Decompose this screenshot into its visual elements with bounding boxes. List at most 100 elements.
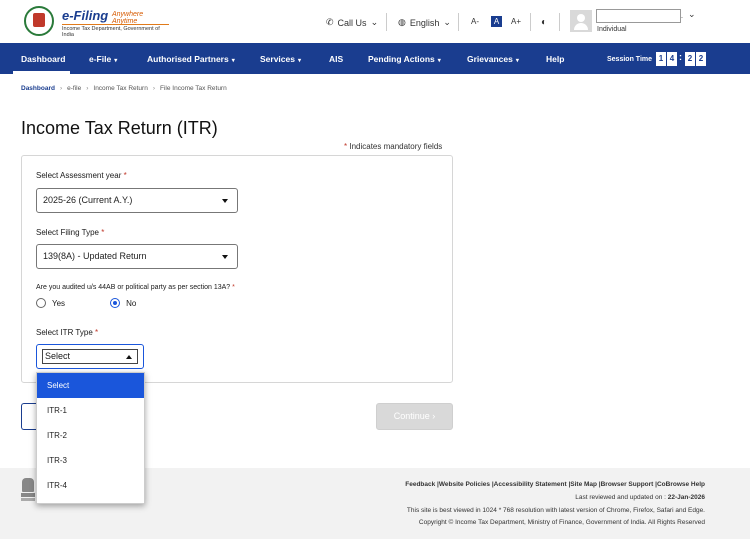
- filing-type-select[interactable]: 139(8A) - Updated Return: [36, 244, 238, 269]
- itr-option-itr4[interactable]: ITR-4: [37, 473, 144, 498]
- nav-item-services[interactable]: Services ▾: [260, 54, 301, 64]
- nav-item-ais[interactable]: AIS: [329, 54, 343, 64]
- breadcrumb: Dashboard › e-file › Income Tax Return ›…: [21, 85, 227, 92]
- logo-title: e-Filing: [62, 8, 109, 23]
- chevron-right-icon: ›: [152, 85, 155, 92]
- itr-type-select-box[interactable]: Select: [42, 349, 138, 364]
- page-title: Income Tax Return (ITR): [21, 118, 218, 138]
- active-tab-indicator: [13, 71, 70, 74]
- itr-type-label-text: Select ITR Type: [36, 328, 93, 337]
- mandatory-note: * Indicates mandatory fields: [344, 142, 442, 151]
- nav-item-grievances[interactable]: Grievances ▾: [467, 54, 519, 64]
- filing-type-label: Select Filing Type *: [36, 228, 104, 237]
- breadcrumb-dashboard[interactable]: Dashboard: [21, 85, 55, 92]
- breadcrumb-efile[interactable]: e-file: [67, 85, 81, 92]
- nav-item-help[interactable]: Help: [546, 54, 564, 64]
- emblem-base-shape: [21, 493, 35, 497]
- chevron-right-icon: ›: [86, 85, 89, 92]
- last-reviewed: Last reviewed and updated on : 22-Jan-20…: [575, 494, 705, 501]
- font-decrease-button[interactable]: A-: [471, 17, 479, 26]
- audit-no-radio[interactable]: [110, 298, 121, 308]
- nav-item-label: Grievances: [467, 54, 513, 64]
- chevron-down-icon: ⌄: [443, 17, 451, 27]
- nav-item-efile[interactable]: e-File ▾: [89, 54, 117, 64]
- nav-item-pending-actions[interactable]: Pending Actions ▾: [368, 54, 441, 64]
- filing-type-label-text: Select Filing Type: [36, 228, 99, 237]
- logo-subtitle: Income Tax Department, Government of Ind…: [62, 24, 169, 38]
- nav-item-label: Help: [546, 54, 565, 64]
- divider: [559, 13, 560, 31]
- font-increase-label: A+: [511, 17, 522, 26]
- session-time-label: Session Time: [607, 56, 653, 63]
- emblem-motto-shape: [21, 498, 35, 501]
- itr-option-itr3[interactable]: ITR-3: [37, 448, 144, 473]
- required-star: *: [92, 328, 99, 337]
- session-colon: :: [679, 52, 682, 62]
- chevron-down-icon: ▾: [515, 58, 519, 64]
- nav-item-label: Authorised Partners: [147, 54, 229, 64]
- continue-button[interactable]: Continue ›: [376, 403, 453, 430]
- font-increase-button[interactable]: A+: [511, 17, 521, 26]
- nav-item-label: Services: [260, 54, 295, 64]
- audit-radio-group: Yes No: [36, 298, 181, 308]
- itr-option-itr1[interactable]: ITR-1: [37, 398, 144, 423]
- nav-item-authorised-partners[interactable]: Authorised Partners ▾: [147, 54, 235, 64]
- itr-type-select[interactable]: Select: [36, 344, 144, 369]
- chevron-down-icon: ▾: [231, 58, 235, 64]
- session-digit: 2: [696, 52, 706, 66]
- assessment-year-select[interactable]: 2025-26 (Current A.Y.): [36, 188, 238, 213]
- call-us-label: Call Us: [337, 17, 367, 28]
- divider: [386, 13, 387, 31]
- chevron-down-icon[interactable]: ⌄: [688, 9, 696, 20]
- itr-option-itr2[interactable]: ITR-2: [37, 423, 144, 448]
- department-emblem-icon: [24, 6, 54, 36]
- language-selector[interactable]: ◍ English ⌄: [398, 17, 451, 28]
- itr-type-value: Select: [45, 351, 71, 361]
- session-digit: 1: [656, 52, 666, 66]
- radio-label-no[interactable]: No: [126, 299, 136, 308]
- assessment-year-value: 2025-26 (Current A.Y.): [43, 195, 133, 205]
- emblem-lion-shape: [22, 478, 34, 492]
- required-star: *: [99, 228, 105, 237]
- globe-icon: ◍: [398, 17, 406, 27]
- radio-label-yes[interactable]: Yes: [52, 299, 65, 308]
- name-dot: .: [681, 13, 683, 20]
- session-digit: 4: [667, 52, 677, 66]
- assessment-year-label: Select Assessment year *: [36, 171, 127, 180]
- divider: [458, 13, 459, 31]
- copyright: Copyright © Income Tax Department, Minis…: [418, 519, 705, 526]
- session-digit: 2: [685, 52, 695, 66]
- efiling-logo[interactable]: e-Filing Anywhere Anytime Income Tax Dep…: [24, 6, 169, 38]
- itr-type-dropdown: Select ITR-1 ITR-2 ITR-3 ITR-4: [36, 372, 145, 504]
- audit-yes-radio[interactable]: [36, 298, 46, 308]
- nav-item-label: Pending Actions: [368, 54, 435, 64]
- call-us-menu[interactable]: ✆ Call Us ⌄: [326, 17, 378, 28]
- breadcrumb-file-income-tax-return: File Income Tax Return: [160, 85, 227, 92]
- audit-question-text: Are you audited u/s 44AB or political pa…: [36, 284, 231, 291]
- breadcrumb-income-tax-return[interactable]: Income Tax Return: [93, 85, 147, 92]
- top-header: e-Filing Anywhere Anytime Income Tax Dep…: [0, 0, 750, 43]
- logo-tagline: Anywhere Anytime: [112, 11, 144, 25]
- user-avatar[interactable]: [570, 10, 592, 32]
- last-reviewed-date: 22-Jan-2026: [667, 494, 705, 501]
- font-normal-button[interactable]: A: [491, 16, 502, 27]
- itr-type-label: Select ITR Type *: [36, 328, 98, 337]
- main-nav: Dashboard e-File ▾ Authorised Partners ▾ S…: [0, 43, 750, 74]
- itr-option-select[interactable]: Select: [37, 373, 144, 398]
- footer-links[interactable]: Feedback |Website Policies |Accessibilit…: [405, 481, 705, 488]
- caret-down-icon: [222, 255, 228, 259]
- chevron-down-icon: ▾: [437, 58, 441, 64]
- divider: [530, 13, 531, 31]
- contrast-icon: ◐: [541, 17, 548, 28]
- font-normal-label: A: [493, 17, 500, 26]
- assessment-year-label-text: Select Assessment year: [36, 171, 122, 180]
- contrast-toggle[interactable]: ◐: [541, 17, 547, 28]
- chevron-down-icon: ▾: [114, 58, 118, 64]
- font-decrease-label: A-: [471, 17, 479, 26]
- nav-item-dashboard[interactable]: Dashboard: [21, 54, 65, 64]
- required-star: *: [230, 284, 235, 291]
- last-reviewed-label: Last reviewed and updated on :: [575, 494, 666, 501]
- required-star: *: [121, 171, 127, 180]
- page: e-Filing Anywhere Anytime Income Tax Dep…: [0, 0, 750, 539]
- nav-item-label: e-File: [89, 54, 112, 64]
